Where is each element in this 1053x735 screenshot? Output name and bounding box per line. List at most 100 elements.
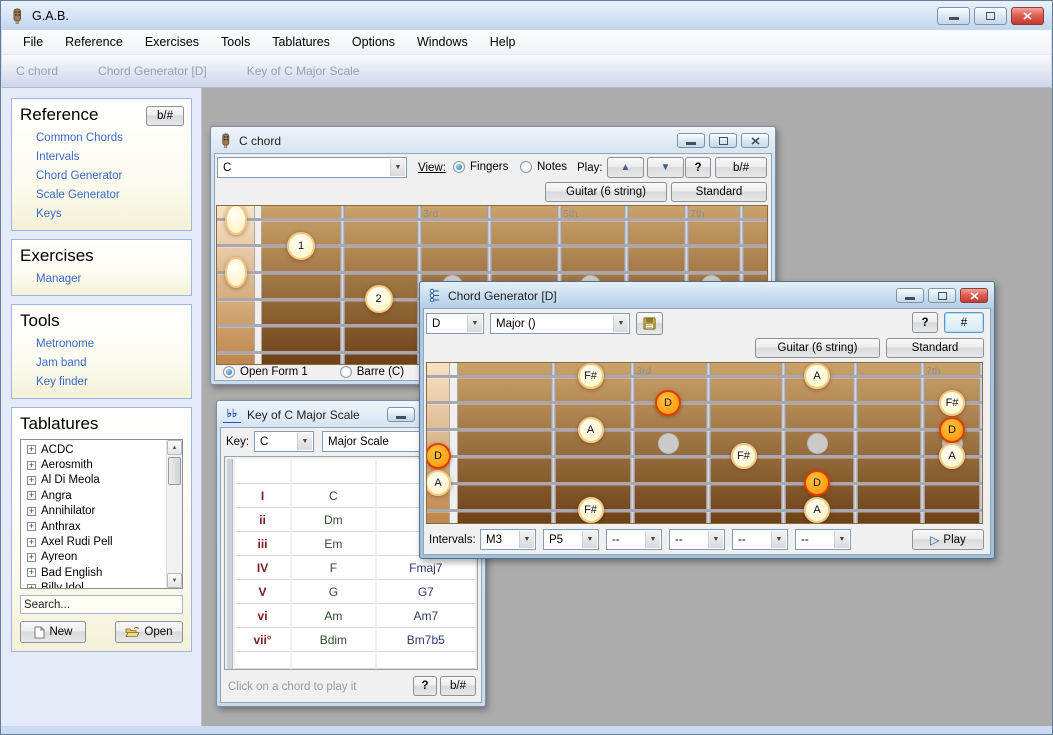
play-chord-button[interactable]: ▷ Play bbox=[912, 529, 984, 550]
tree-item[interactable]: +Angra bbox=[23, 488, 165, 503]
triad-chord-cell[interactable]: F bbox=[292, 556, 375, 580]
chord-select[interactable]: C ▼ bbox=[217, 157, 407, 178]
save-chord-button[interactable] bbox=[636, 312, 663, 335]
expand-plus-icon[interactable]: + bbox=[27, 476, 36, 485]
tree-item[interactable]: +Bad English bbox=[23, 565, 165, 580]
instrument-button[interactable]: Guitar (6 string) bbox=[545, 182, 667, 202]
sidebar-link-chord-generator[interactable]: Chord Generator bbox=[36, 170, 183, 182]
expand-plus-icon[interactable]: + bbox=[27, 584, 36, 588]
minimize-button[interactable] bbox=[937, 7, 970, 25]
play-down-button[interactable]: ▼ bbox=[647, 157, 684, 178]
scroll-up-icon[interactable]: ▲ bbox=[167, 440, 182, 455]
note-marker[interactable]: F# bbox=[578, 497, 604, 523]
open-tablature-button[interactable]: Open bbox=[115, 621, 183, 643]
tablatures-tree[interactable]: +ACDC+Aerosmith+Al Di Meola+Angra+Annihi… bbox=[20, 439, 183, 589]
tuning-button[interactable]: Standard bbox=[671, 182, 767, 202]
triad-chord-cell[interactable]: Dm bbox=[292, 508, 375, 532]
sidebar-link-key-finder[interactable]: Key finder bbox=[36, 376, 183, 388]
minimize-button[interactable] bbox=[677, 133, 705, 148]
generator-fretboard[interactable]: 3rd7thF#ADF#ADDF#AADF#A bbox=[426, 362, 983, 524]
restore-button[interactable] bbox=[928, 288, 956, 303]
dropdown-arrow-icon[interactable]: ▼ bbox=[834, 531, 849, 548]
interval-select[interactable]: P5▼ bbox=[543, 529, 599, 550]
sidebar-link-intervals[interactable]: Intervals bbox=[36, 151, 183, 163]
triad-chord-cell[interactable]: C bbox=[292, 484, 375, 508]
seventh-chord-cell[interactable]: Am7 bbox=[377, 604, 475, 628]
reference-flat-sharp-button[interactable]: b/# bbox=[146, 106, 184, 126]
chord-window-titlebar[interactable]: C chord bbox=[213, 128, 773, 153]
help-button[interactable]: ? bbox=[912, 312, 938, 333]
generator-window-titlebar[interactable]: Chord Generator [D] bbox=[422, 283, 992, 308]
sidebar-link-manager[interactable]: Manager bbox=[36, 273, 183, 285]
dropdown-arrow-icon[interactable]: ▼ bbox=[771, 531, 786, 548]
note-marker[interactable]: A bbox=[939, 443, 965, 469]
mdi-tab[interactable]: Chord Generator [D] bbox=[98, 64, 207, 78]
note-marker[interactable]: A bbox=[804, 363, 830, 389]
root-note-marker[interactable]: D bbox=[804, 470, 830, 496]
tree-item[interactable]: +Anthrax bbox=[23, 519, 165, 534]
mdi-tab[interactable]: C chord bbox=[16, 64, 58, 78]
key-select[interactable]: C ▼ bbox=[254, 431, 314, 452]
restore-button[interactable] bbox=[974, 7, 1007, 25]
menu-item-help[interactable]: Help bbox=[479, 30, 527, 54]
triad-chord-cell[interactable]: G bbox=[292, 580, 375, 604]
seventh-chord-cell[interactable]: Bm7b5 bbox=[377, 628, 475, 652]
dropdown-arrow-icon[interactable]: ▼ bbox=[645, 531, 660, 548]
help-button[interactable]: ? bbox=[685, 157, 711, 178]
expand-plus-icon[interactable]: + bbox=[27, 538, 36, 547]
scroll-down-icon[interactable]: ▼ bbox=[167, 573, 182, 588]
expand-plus-icon[interactable]: + bbox=[27, 445, 36, 454]
open-string-marker[interactable] bbox=[225, 257, 247, 288]
interval-select[interactable]: M3▼ bbox=[480, 529, 536, 550]
expand-plus-icon[interactable]: + bbox=[27, 507, 36, 516]
menu-item-reference[interactable]: Reference bbox=[54, 30, 134, 54]
sidebar-link-common-chords[interactable]: Common Chords bbox=[36, 132, 183, 144]
menu-item-exercises[interactable]: Exercises bbox=[134, 30, 210, 54]
tree-item[interactable]: +Ayreon bbox=[23, 550, 165, 565]
dropdown-arrow-icon[interactable]: ▼ bbox=[519, 531, 534, 548]
expand-plus-icon[interactable]: + bbox=[27, 461, 36, 470]
sidebar-link-scale-generator[interactable]: Scale Generator bbox=[36, 189, 183, 201]
close-button[interactable] bbox=[960, 288, 988, 303]
chord-form-radio[interactable]: Barre (C) bbox=[340, 366, 404, 378]
note-marker[interactable]: F# bbox=[731, 443, 757, 469]
menu-item-tools[interactable]: Tools bbox=[210, 30, 261, 54]
chord-form-radio[interactable]: Open Form 1 bbox=[223, 366, 308, 378]
open-string-marker[interactable] bbox=[225, 205, 247, 235]
sharp-button[interactable]: # bbox=[944, 312, 984, 333]
close-button[interactable] bbox=[1011, 7, 1044, 25]
dropdown-arrow-icon[interactable]: ▼ bbox=[613, 315, 628, 332]
flat-sharp-button[interactable]: b/# bbox=[715, 157, 767, 178]
finger-position-marker[interactable]: 2 bbox=[365, 285, 393, 313]
tree-scrollbar[interactable]: ▲ ▼ bbox=[166, 440, 182, 588]
sidebar-link-jam-band[interactable]: Jam band bbox=[36, 357, 183, 369]
root-note-marker[interactable]: D bbox=[939, 417, 965, 443]
finger-position-marker[interactable]: 1 bbox=[287, 232, 315, 260]
flat-sharp-button[interactable]: b/# bbox=[440, 676, 476, 696]
expand-plus-icon[interactable]: + bbox=[27, 568, 36, 577]
help-button[interactable]: ? bbox=[413, 676, 437, 696]
expand-plus-icon[interactable]: + bbox=[27, 522, 36, 531]
sidebar-link-metronome[interactable]: Metronome bbox=[36, 338, 183, 350]
play-up-button[interactable]: ▲ bbox=[607, 157, 644, 178]
note-marker[interactable]: F# bbox=[939, 390, 965, 416]
new-tablature-button[interactable]: New bbox=[20, 621, 86, 643]
interval-select[interactable]: --▼ bbox=[732, 529, 788, 550]
dropdown-arrow-icon[interactable]: ▼ bbox=[582, 531, 597, 548]
note-marker[interactable]: A bbox=[804, 497, 830, 523]
tuning-button[interactable]: Standard bbox=[886, 338, 984, 358]
tree-item[interactable]: +Aerosmith bbox=[23, 457, 165, 472]
scrollbar-thumb[interactable] bbox=[168, 457, 181, 485]
seventh-chord-cell[interactable]: G7 bbox=[377, 580, 475, 604]
dropdown-arrow-icon[interactable]: ▼ bbox=[390, 159, 405, 176]
instrument-button[interactable]: Guitar (6 string) bbox=[755, 338, 880, 358]
sidebar-link-keys[interactable]: Keys bbox=[36, 208, 183, 220]
menu-item-options[interactable]: Options bbox=[341, 30, 406, 54]
seventh-chord-cell[interactable]: Fmaj7 bbox=[377, 556, 475, 580]
interval-select[interactable]: --▼ bbox=[795, 529, 851, 550]
minimize-button[interactable] bbox=[387, 407, 415, 422]
tree-item[interactable]: +ACDC bbox=[23, 442, 165, 457]
interval-select[interactable]: --▼ bbox=[669, 529, 725, 550]
root-note-marker[interactable]: D bbox=[655, 390, 681, 416]
tablature-search-input[interactable] bbox=[20, 595, 183, 614]
